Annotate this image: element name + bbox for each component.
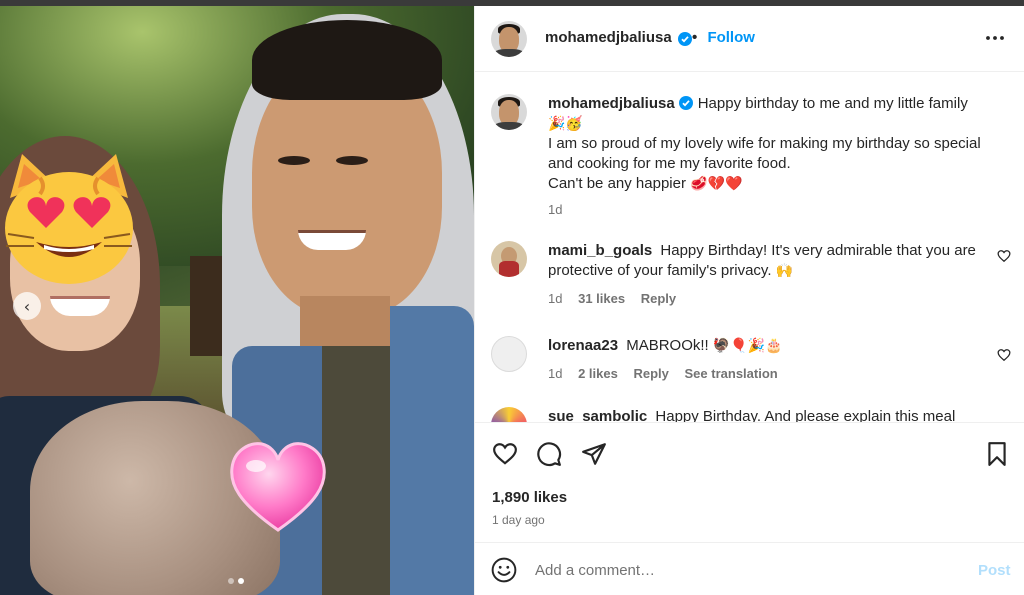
comment-time[interactable]: 1d (548, 366, 562, 381)
like-heart-icon[interactable] (492, 441, 518, 467)
see-translation-button[interactable]: See translation (685, 366, 778, 381)
follow-area: • Follow (692, 29, 755, 46)
author-avatar[interactable] (491, 94, 527, 130)
comment-likes[interactable]: 31 likes (578, 291, 625, 306)
carousel-prev-button[interactable]: ‹ (13, 292, 41, 320)
photo-man-eye (278, 156, 310, 165)
comment-like-heart-icon[interactable] (997, 249, 1011, 263)
comment-emoji: 🦃🎈🎉🎂 (712, 338, 783, 354)
comment-time[interactable]: 1d (548, 291, 562, 306)
post-photo[interactable]: ‹ (0, 6, 474, 595)
author-username[interactable]: mohamedjbaliusa (545, 29, 672, 46)
caption-emoji-3: 🥩💔❤️ (690, 176, 743, 192)
comment-bubble-icon[interactable] (536, 441, 562, 467)
save-bookmark-icon[interactable] (984, 441, 1010, 467)
comments-section[interactable]: mohamedjbaliusa Happy birthday to me and … (475, 73, 1024, 422)
post-comment-button[interactable]: Post (978, 562, 1011, 579)
photo-man-smile (298, 230, 366, 250)
commenter-avatar[interactable] (491, 336, 527, 372)
add-comment-bar: Post (475, 542, 1024, 595)
photo-denim-jacket (390, 306, 474, 595)
comment-emoji: 🙌 (775, 263, 794, 279)
verified-badge-icon (678, 96, 693, 110)
comment-meta: 1d 2 likes Reply See translation (548, 364, 988, 384)
carousel-dots (228, 578, 244, 584)
photo-man-hair (252, 20, 442, 100)
caption-meta: 1d (548, 200, 988, 220)
caption-emoji-1: 🎉🥳 (548, 116, 583, 132)
caption-time[interactable]: 1d (548, 202, 562, 217)
comment-username[interactable]: sue_sambolic (548, 408, 647, 422)
comment-likes[interactable]: 2 likes (578, 366, 618, 381)
post-header: mohamedjbaliusa • Follow (475, 6, 1024, 72)
caption-body: mohamedjbaliusa Happy birthday to me and … (548, 94, 988, 220)
reply-button[interactable]: Reply (641, 291, 676, 306)
posted-time[interactable]: 1 day ago (492, 513, 545, 527)
emoji-picker-icon[interactable] (491, 557, 517, 583)
dot-separator: • (692, 29, 698, 46)
add-comment-input[interactable] (535, 556, 955, 584)
caption-line-2: I am so proud of my lovely wife for maki… (548, 135, 981, 172)
post-actions: 1,890 likes 1 day ago (475, 422, 1024, 542)
photo-man-eye (336, 156, 368, 165)
comment-username[interactable]: lorenaa23 (548, 337, 618, 354)
comment-meta: 1d 31 likes Reply (548, 289, 988, 309)
comment-body: mami_b_goals Happy Birthday! It's very a… (548, 241, 988, 309)
carousel-dot-active (238, 578, 244, 584)
caption-line-3: Can't be any happier (548, 175, 686, 192)
follow-button[interactable]: Follow (707, 29, 755, 46)
author-avatar[interactable] (491, 21, 527, 57)
caption-username[interactable]: mohamedjbaliusa (548, 95, 675, 112)
commenter-avatar[interactable] (491, 407, 527, 422)
likes-count[interactable]: 1,890 likes (492, 489, 567, 506)
post-side-panel: mohamedjbaliusa • Follow mohamedjbaliusa… (474, 6, 1024, 595)
pink-heart-emoji-icon (230, 442, 326, 532)
comment-text: Happy Birthday. And please explain this … (655, 408, 956, 422)
reply-button[interactable]: Reply (633, 366, 668, 381)
carousel-dot (228, 578, 234, 584)
share-paper-plane-icon[interactable] (581, 441, 607, 467)
comment-body: sue_sambolic Happy Birthday. And please … (548, 407, 988, 422)
cat-heart-eyes-emoji-icon (5, 154, 133, 284)
comment-body: lorenaa23 MABROOk!! 🦃🎈🎉🎂 1d 2 likes Repl… (548, 336, 988, 384)
more-options-icon[interactable] (983, 26, 1007, 50)
comment-text: MABROOk!! (626, 337, 709, 354)
caption-line-1: Happy birthday to me and my little famil… (697, 95, 968, 112)
commenter-avatar[interactable] (491, 241, 527, 277)
verified-badge-icon (678, 32, 692, 46)
comment-username[interactable]: mami_b_goals (548, 242, 652, 259)
comment-like-heart-icon[interactable] (997, 348, 1011, 362)
